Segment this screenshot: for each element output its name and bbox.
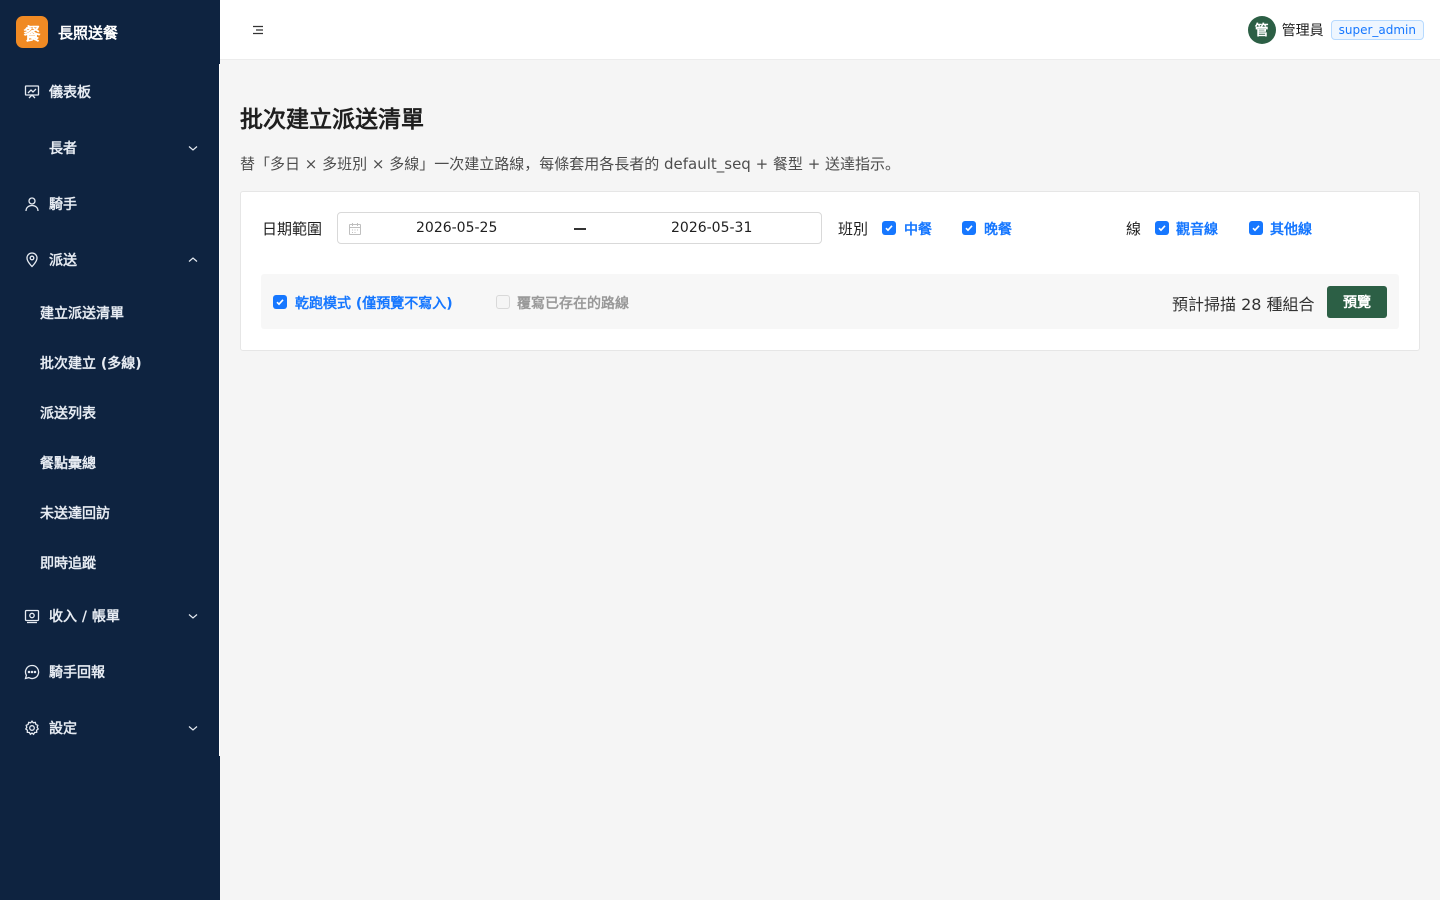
app-name: 長照送餐 [58,23,119,42]
page-description: 替「多日 × 多班別 × 多線」一次建立路線，每條套用各長者的 default_… [240,155,901,173]
message-icon [24,664,40,680]
combination-estimate: 預計掃描 28 種組合 [1172,295,1315,314]
shift-dinner-checkbox[interactable] [962,221,976,235]
calendar-icon [349,223,361,235]
chevron-down-icon [188,146,198,151]
sidebar-item-elders[interactable]: 長者 [0,128,220,168]
top-header: 管 管理員 super_admin [220,0,1440,60]
user-name: 管理員 [1281,23,1324,39]
sidebar-subitem-dispatch-list[interactable]: 派送列表 [0,393,220,433]
brand[interactable]: 餐 長照送餐 [0,0,220,64]
sidebar-item-dispatch[interactable]: 派送 [0,240,220,280]
user-icon [25,197,39,212]
dry-run-label[interactable]: 乾跑模式 (僅預覽不寫入) [295,293,453,313]
brand-logo: 餐 [16,16,48,48]
date-range-picker[interactable]: 2026-05-25 2026-05-31 [337,212,822,244]
page-title: 批次建立派送清單 [240,107,424,133]
overwrite-label[interactable]: 覆寫已存在的路線 [517,293,629,313]
date-range-separator [574,228,586,230]
sidebar-divider [219,64,220,756]
sidebar-item-label: 收入 / 帳單 [49,609,120,625]
check-icon [885,225,893,232]
dashboard-icon [24,85,40,99]
avatar: 管 [1247,16,1276,44]
line-label: 線 [1126,220,1142,238]
role-badge: super_admin [1330,20,1424,40]
line-guanyin-label[interactable]: 觀音線 [1176,219,1218,239]
user-menu[interactable]: 管 管理員 super_admin [1247,16,1424,44]
line-other-checkbox[interactable] [1249,221,1263,235]
shift-lunch-label[interactable]: 中餐 [904,219,932,239]
sidebar-subitem-batch-create[interactable]: 批次建立 (多線) [0,343,220,383]
sidebar-item-label: 設定 [49,721,77,737]
gear-icon [24,720,40,736]
sidebar-item-rider-reports[interactable]: 騎手回報 [0,652,220,692]
sidebar-subitem-meal-summary[interactable]: 餐點彙總 [0,443,220,483]
sidebar-item-label: 騎手 [49,197,77,213]
date-end-input[interactable]: 2026-05-31 [671,220,752,236]
sidebar-item-billing[interactable]: 收入 / 帳單 [0,596,220,636]
sidebar: 餐 長照送餐 儀表板 長者 騎手 派送 建立派送清單 批次建立 (多線) 派送列… [0,0,220,900]
check-icon [965,225,973,232]
line-guanyin-checkbox[interactable] [1155,221,1169,235]
shift-lunch-checkbox[interactable] [882,221,896,235]
sidebar-subitem-create-dispatch[interactable]: 建立派送清單 [0,293,220,333]
sidebar-item-settings[interactable]: 設定 [0,708,220,748]
chevron-down-icon [188,614,198,619]
sidebar-item-label: 騎手回報 [49,665,105,681]
sidebar-item-dashboard[interactable]: 儀表板 [0,72,220,112]
location-pin-icon [26,252,38,268]
line-other-label[interactable]: 其他線 [1270,219,1312,239]
chevron-down-icon [188,726,198,731]
check-icon [276,299,284,306]
shift-dinner-label[interactable]: 晚餐 [984,219,1012,239]
chevron-up-icon [188,257,198,262]
check-icon [1252,225,1260,232]
shift-label: 班別 [838,220,869,238]
sidebar-item-label: 儀表板 [49,85,91,101]
date-start-input[interactable]: 2026-05-25 [416,220,497,236]
sidebar-subitem-undelivered-followup[interactable]: 未送達回訪 [0,493,220,533]
sidebar-item-label: 長者 [49,141,77,157]
date-range-label: 日期範圍 [262,220,323,238]
sidebar-subitem-live-tracking[interactable]: 即時追蹤 [0,543,220,583]
check-icon [1158,225,1166,232]
sidebar-item-label: 派送 [49,253,77,269]
dry-run-checkbox[interactable] [273,295,287,309]
preview-button[interactable]: 預覽 [1327,286,1387,318]
menu-toggle-icon[interactable] [252,24,264,36]
wallet-icon [24,609,40,624]
sidebar-item-riders[interactable]: 騎手 [0,184,220,224]
overwrite-checkbox[interactable] [496,295,510,309]
